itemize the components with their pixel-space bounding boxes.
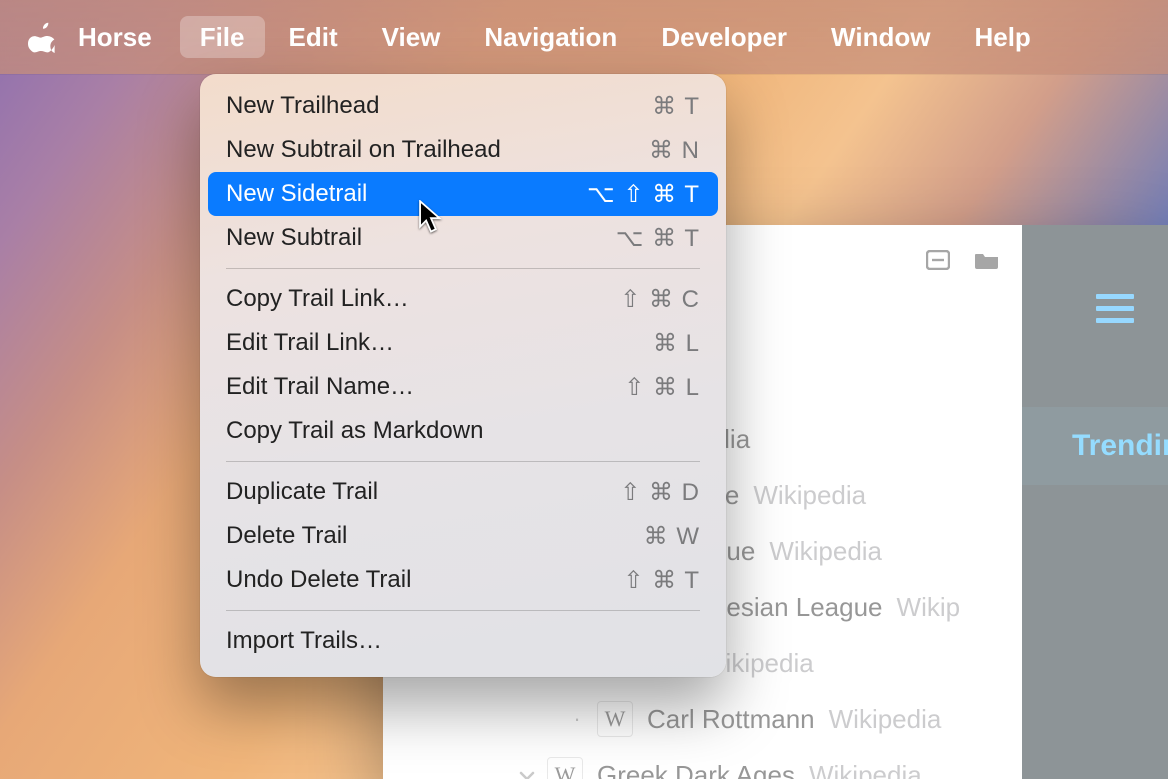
menu-item-label: Duplicate Trail [226,478,378,506]
menu-view[interactable]: View [362,16,461,58]
menu-item-label: Edit Trail Link… [226,329,394,357]
folder-icon[interactable] [974,250,1000,270]
file-menu-dropdown: New Trailhead ⌘ T New Subtrail on Trailhea… [200,74,726,677]
wikipedia-favicon-icon: W [547,757,583,779]
menu-item-new-sidetrail[interactable]: New Sidetrail ⌥ ⇧ ⌘ T [208,172,718,216]
menu-item-shortcut: ⇧ ⌘ T [623,566,700,595]
menu-item-new-subtrail-on-trailhead[interactable]: New Subtrail on Trailhead ⌘ N [208,128,718,172]
menu-item-label: Import Trails… [226,627,382,655]
menu-item-copy-trail-link[interactable]: Copy Trail Link… ⇧ ⌘ C [208,277,718,321]
trail-row[interactable]: ·W Carl Rottmann Wikipedia [383,691,1018,747]
menu-item-label: New Subtrail [226,224,362,252]
menu-separator [226,268,700,269]
menu-item-shortcut: ⌘ N [649,136,700,165]
menu-item-label: Delete Trail [226,522,347,550]
trail-source: Wikip [897,592,961,623]
menu-file[interactable]: File [180,16,265,58]
menu-item-label: New Sidetrail [226,180,367,208]
archive-icon[interactable] [926,250,950,270]
menu-item-label: Edit Trail Name… [226,373,414,401]
trail-title: Greek Dark Ages [597,760,795,779]
trail-source: Wikipedia [829,704,942,735]
menu-window[interactable]: Window [811,16,950,58]
menu-item-import-trails[interactable]: Import Trails… [208,619,718,663]
menu-edit[interactable]: Edit [269,16,358,58]
menu-separator [226,461,700,462]
menu-item-shortcut: ⌥ ⌘ T [616,224,700,253]
chevron-down-icon [513,762,541,779]
trail-source: Wikipedia [769,536,882,567]
menu-item-shortcut: ⌘ T [652,92,700,121]
menu-item-edit-trail-name[interactable]: Edit Trail Name… ⇧ ⌘ L [208,365,718,409]
trail-row[interactable]: W Greek Dark Ages Wikipedia [383,747,1018,779]
page-header-panel: Trendin [1022,225,1168,779]
bullet-icon: · [563,706,591,732]
menu-item-shortcut: ⇧ ⌘ C [620,285,700,314]
menu-item-label: Copy Trail Link… [226,285,409,313]
menu-item-new-trailhead[interactable]: New Trailhead ⌘ T [208,84,718,128]
trail-title: Carl Rottmann [647,704,815,735]
menu-navigation[interactable]: Navigation [464,16,637,58]
menu-item-label: New Trailhead [226,92,379,120]
menu-item-duplicate-trail[interactable]: Duplicate Trail ⇧ ⌘ D [208,470,718,514]
menu-item-shortcut: ⇧ ⌘ D [620,478,700,507]
menu-item-shortcut: ⌘ L [653,329,700,358]
menu-item-shortcut: ⌘ W [644,522,700,551]
menu-item-edit-trail-link[interactable]: Edit Trail Link… ⌘ L [208,321,718,365]
trending-tab-label: Trendin [1072,429,1168,463]
apple-menu-icon[interactable] [28,20,58,54]
menu-item-delete-trail[interactable]: Delete Trail ⌘ W [208,514,718,558]
menu-item-copy-trail-as-markdown[interactable]: Copy Trail as Markdown [208,409,718,453]
trail-source: Wikipedia [753,480,866,511]
menu-item-shortcut: ⌥ ⇧ ⌘ T [587,180,700,209]
menu-developer[interactable]: Developer [641,16,807,58]
menu-separator [226,610,700,611]
menu-item-label: Copy Trail as Markdown [226,417,483,445]
wikipedia-favicon-icon: W [597,701,633,737]
mouse-cursor-icon [418,200,444,234]
menu-item-new-subtrail[interactable]: New Subtrail ⌥ ⌘ T [208,216,718,260]
menu-help[interactable]: Help [954,16,1050,58]
app-name[interactable]: Horse [78,22,152,53]
trail-source: Wikipedia [809,760,922,779]
menubar: Horse FileEditViewNavigationDeveloperWin… [0,0,1168,74]
menu-item-label: Undo Delete Trail [226,566,411,594]
menu-item-undo-delete-trail[interactable]: Undo Delete Trail ⇧ ⌘ T [208,558,718,602]
hamburger-menu-icon[interactable] [1096,287,1134,330]
menu-item-label: New Subtrail on Trailhead [226,136,501,164]
trending-tab[interactable]: Trendin [1022,407,1168,485]
menu-item-shortcut: ⇧ ⌘ L [624,373,700,402]
